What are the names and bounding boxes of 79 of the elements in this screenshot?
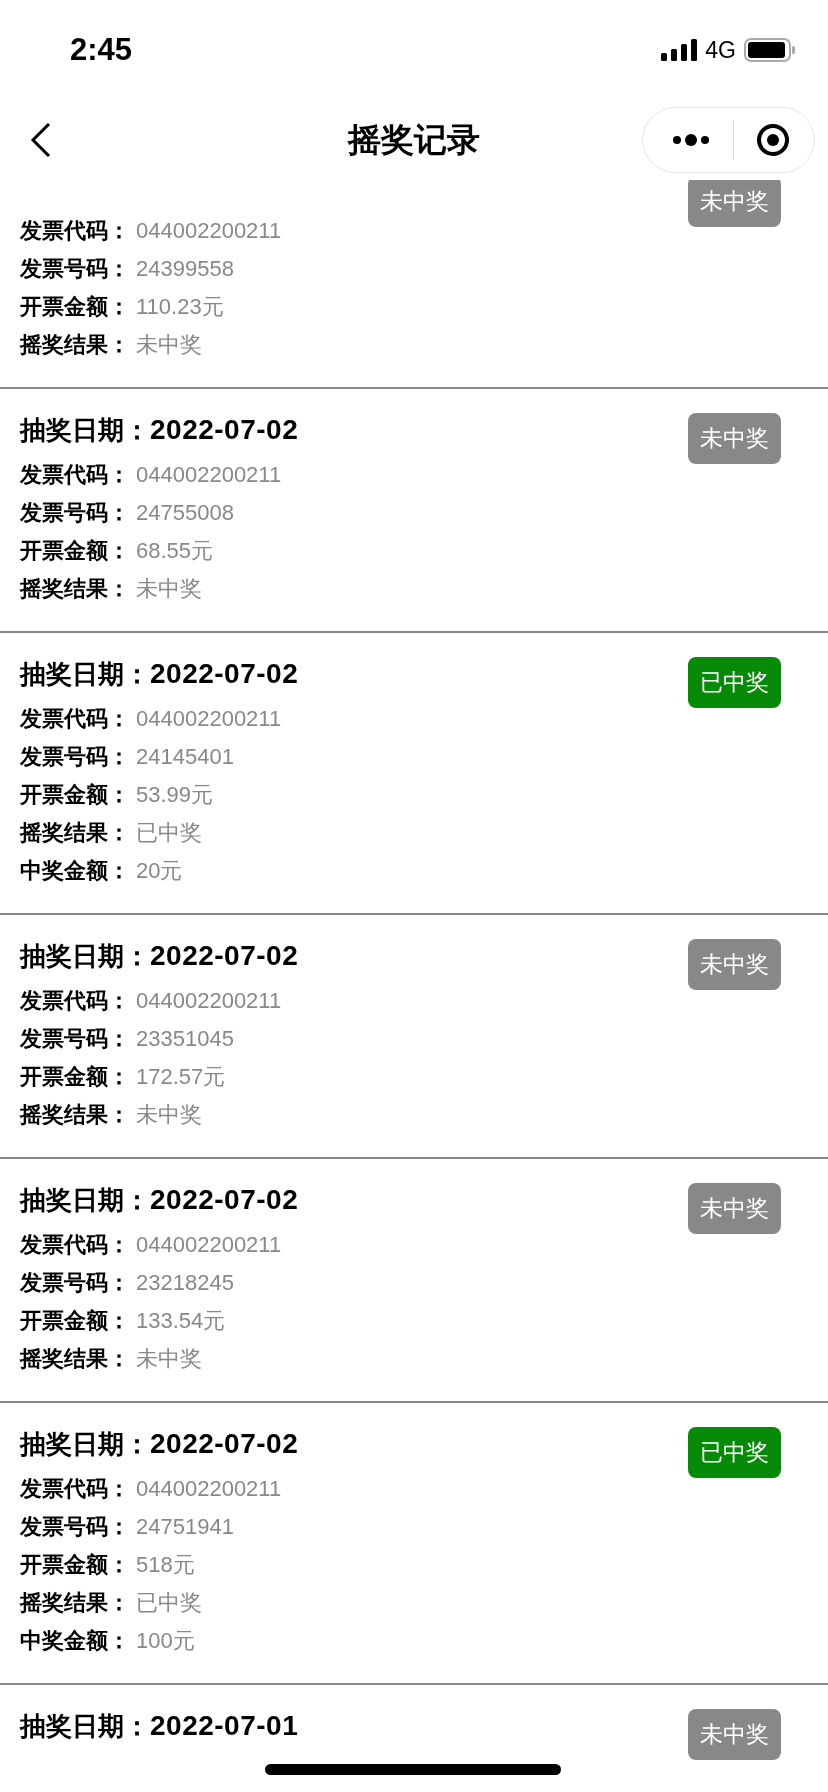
field-value: 23351045	[136, 1026, 234, 1052]
field-value: 133.54元	[136, 1307, 226, 1335]
result-badge: 未中奖	[688, 413, 781, 464]
field-label: 摇奖结果：	[20, 1589, 130, 1617]
field-label: 开票金额：	[20, 1307, 130, 1335]
field-label: 开票金额：	[20, 1551, 130, 1579]
field-label: 发票代码：	[20, 987, 130, 1015]
field-label: 摇奖结果：	[20, 331, 130, 359]
field-label: 发票代码：	[20, 217, 130, 245]
field-label: 发票号码：	[20, 1269, 130, 1297]
field-value: 68.55元	[136, 537, 214, 565]
signal-icon	[661, 39, 698, 61]
field-label: 发票号码：	[20, 255, 130, 283]
field-label: 发票代码：	[20, 1231, 130, 1259]
page-title: 摇奖记录	[348, 119, 480, 160]
more-icon[interactable]	[671, 133, 711, 147]
field-value: 未中奖	[136, 331, 202, 359]
field-value: 044002200211	[136, 988, 282, 1014]
field-label: 开票金额：	[20, 537, 130, 565]
date-label: 抽奖日期：	[20, 940, 150, 973]
result-badge: 未中奖	[688, 1709, 781, 1760]
close-icon[interactable]	[756, 123, 790, 157]
field-label: 发票号码：	[20, 499, 130, 527]
date-value: 2022-07-02	[150, 1184, 299, 1216]
date-label: 抽奖日期：	[20, 1710, 150, 1743]
field-label: 发票号码：	[20, 1513, 130, 1541]
result-badge: 已中奖	[688, 1427, 781, 1478]
date-label: 抽奖日期：	[20, 1184, 150, 1217]
field-value: 24751941	[136, 1514, 234, 1540]
field-label: 中奖金额：	[20, 1627, 130, 1655]
field-value: 未中奖	[136, 1345, 202, 1373]
result-badge: 未中奖	[688, 939, 781, 990]
field-value: 044002200211	[136, 218, 282, 244]
date-label: 抽奖日期：	[20, 414, 150, 447]
field-label: 摇奖结果：	[20, 1101, 130, 1129]
field-label: 中奖金额：	[20, 857, 130, 885]
field-label: 发票代码：	[20, 1475, 130, 1503]
field-value: 23218245	[136, 1270, 234, 1296]
field-value: 044002200211	[136, 462, 282, 488]
field-value: 100元	[136, 1627, 195, 1655]
field-value: 24755008	[136, 500, 234, 526]
field-value: 044002200211	[136, 1232, 282, 1258]
field-value: 110.23元	[136, 293, 224, 321]
date-label: 抽奖日期：	[20, 1428, 150, 1461]
field-label: 摇奖结果：	[20, 1345, 130, 1373]
field-value: 518元	[136, 1551, 195, 1579]
field-value: 20元	[136, 857, 183, 885]
back-icon[interactable]	[30, 122, 52, 158]
result-badge: 未中奖	[688, 1183, 781, 1234]
field-value: 172.57元	[136, 1063, 226, 1091]
date-value: 2022-07-02	[150, 658, 299, 690]
field-label: 摇奖结果：	[20, 819, 130, 847]
network-label: 4G	[705, 36, 736, 64]
field-label: 开票金额：	[20, 781, 130, 809]
field-label: 开票金额：	[20, 1063, 130, 1091]
field-label: 发票号码：	[20, 743, 130, 771]
field-value: 已中奖	[136, 1589, 202, 1617]
date-value: 2022-07-02	[150, 1428, 299, 1460]
field-value: 044002200211	[136, 1476, 282, 1502]
status-time: 2:45	[70, 32, 133, 68]
field-value: 未中奖	[136, 1101, 202, 1129]
field-value: 53.99元	[136, 781, 214, 809]
field-value: 已中奖	[136, 819, 202, 847]
field-value: 24399558	[136, 256, 234, 282]
date-value: 2022-07-02	[150, 414, 299, 446]
field-value: 24145401	[136, 744, 234, 770]
result-badge: 已中奖	[688, 657, 781, 708]
field-label: 发票代码：	[20, 461, 130, 489]
date-label: 抽奖日期：	[20, 658, 150, 691]
date-value: 2022-07-01	[150, 1710, 299, 1742]
result-badge: 未中奖	[688, 180, 781, 227]
field-value: 044002200211	[136, 706, 282, 732]
field-label: 摇奖结果：	[20, 575, 130, 603]
battery-icon	[744, 38, 796, 62]
field-value: 未中奖	[136, 575, 202, 603]
date-value: 2022-07-02	[150, 940, 299, 972]
field-label: 发票代码：	[20, 705, 130, 733]
field-label: 发票号码：	[20, 1025, 130, 1053]
field-label: 开票金额：	[20, 293, 130, 321]
